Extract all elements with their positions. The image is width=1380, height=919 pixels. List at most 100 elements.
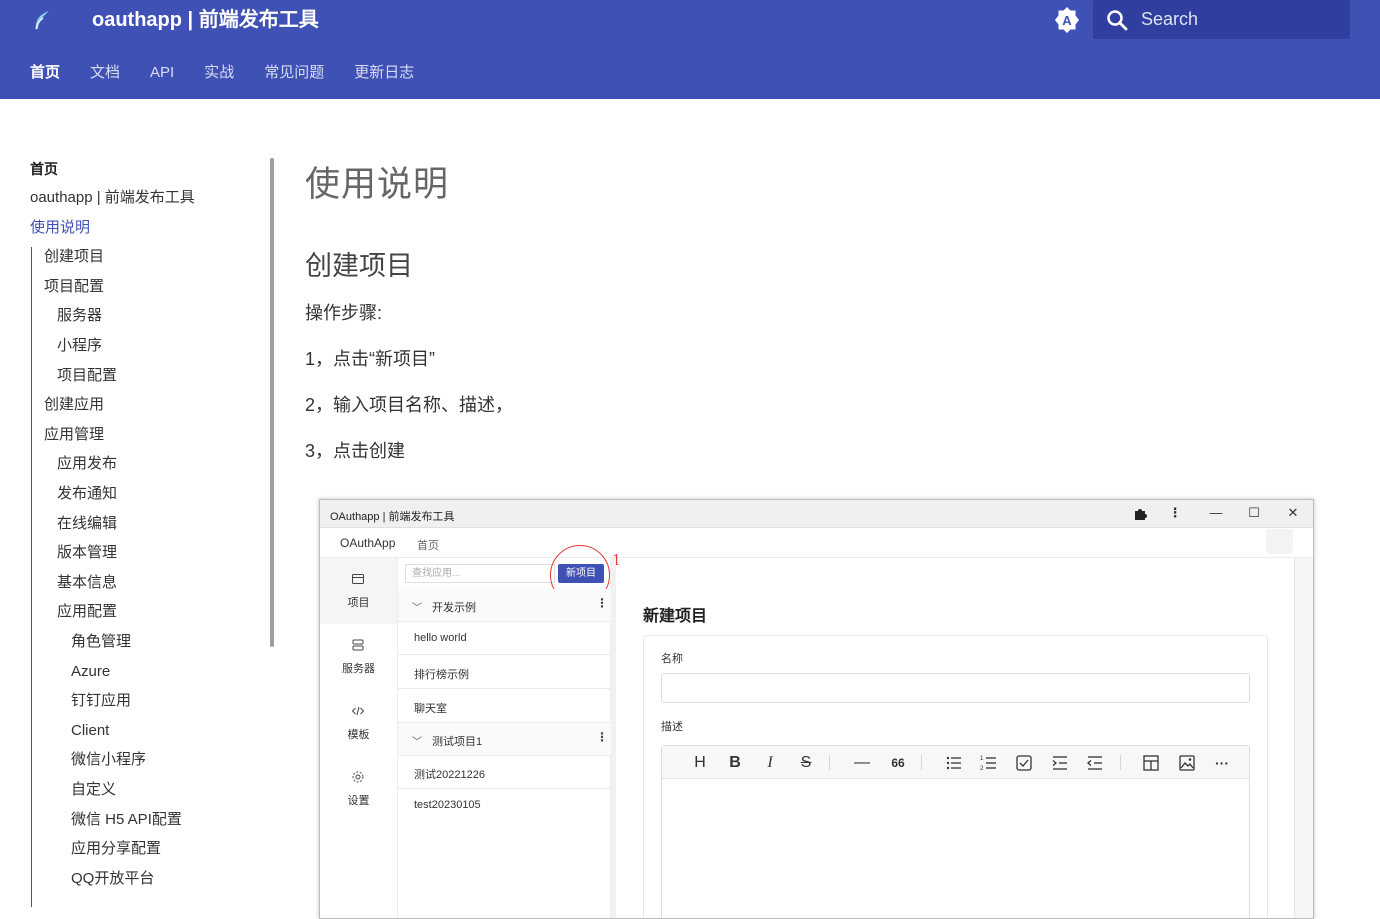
- sidebar-item[interactable]: oauthapp | 前端发布工具: [30, 189, 195, 207]
- search-input[interactable]: [1141, 6, 1341, 32]
- rail-item-servers: 服务器: [320, 624, 397, 690]
- svg-text:2: 2: [980, 766, 984, 772]
- sidebar-item[interactable]: 在线编辑: [57, 515, 117, 533]
- heading-icon: H: [694, 754, 706, 771]
- tab-api[interactable]: API: [150, 64, 174, 82]
- sidebar-item[interactable]: 服务器: [57, 307, 102, 325]
- italic-icon: I: [767, 754, 773, 771]
- rail-item-settings: 设置: [320, 756, 397, 822]
- toolbar-divider: [829, 755, 830, 770]
- chevron-down-icon: ﹀: [412, 603, 422, 614]
- toolbar-divider: [921, 755, 922, 770]
- sidebar-item[interactable]: Client: [71, 722, 109, 740]
- sidebar-item[interactable]: 创建项目: [44, 248, 104, 266]
- table-icon: [1143, 755, 1159, 771]
- gear-icon: [352, 771, 364, 783]
- sidebar-item[interactable]: 版本管理: [57, 544, 117, 562]
- code-icon: [351, 706, 365, 716]
- step-1: 1，点击“新项目”: [305, 349, 435, 369]
- sidebar-item[interactable]: 应用配置: [57, 603, 117, 621]
- sidebar-item[interactable]: 发布通知: [57, 485, 117, 503]
- quote-icon: 66: [891, 756, 905, 770]
- sidebar-item[interactable]: 应用发布: [57, 455, 117, 473]
- app-brand: OAuthApp: [340, 536, 396, 550]
- sidebar-item[interactable]: 角色管理: [71, 633, 131, 651]
- search-icon: [1107, 10, 1128, 31]
- sidebar-item[interactable]: 项目配置: [44, 278, 104, 296]
- extension-icon: [1135, 509, 1147, 520]
- close-icon: ✕: [1287, 505, 1299, 520]
- outdent-icon: [1086, 756, 1102, 770]
- step-3: 3，点击创建: [305, 441, 406, 461]
- list-group: ﹀ 开发示例 ⋮: [398, 589, 611, 622]
- window-titlebar: OAuthapp | 前端发布工具 ⋮ — ☐ ✕: [320, 500, 1313, 528]
- sidebar-item[interactable]: 基本信息: [57, 574, 117, 592]
- sidebar-item[interactable]: 使用说明: [30, 219, 90, 237]
- tab-changelog[interactable]: 更新日志: [354, 64, 414, 82]
- sidebar-heading: 首页: [30, 161, 58, 177]
- sidebar-item[interactable]: 小程序: [57, 337, 102, 355]
- list-item: 聊天室: [398, 690, 611, 723]
- list-item: 测试20221226: [398, 756, 611, 789]
- indent-icon: [1052, 756, 1067, 770]
- app-nav-home: 首页: [417, 540, 439, 552]
- desc-label: 描述: [661, 721, 683, 733]
- tab-faq[interactable]: 常见问题: [264, 64, 324, 82]
- header-tabs: 首页 文档 API 实战 常见问题 更新日志: [30, 64, 444, 82]
- sidebar-nav: 首页 oauthapp | 前端发布工具 使用说明 创建项目 项目配置 服务器 小程序 项目…: [0, 99, 275, 907]
- sidebar-item[interactable]: 应用管理: [44, 426, 104, 444]
- toolbar-divider: [1120, 755, 1121, 770]
- steps-label: 操作步骤:: [305, 303, 383, 323]
- bullet-list-icon: [946, 756, 961, 770]
- language-icon[interactable]: A: [1053, 6, 1081, 34]
- sidebar-scrollbar[interactable]: [270, 158, 274, 647]
- sidebar-item[interactable]: 项目配置: [57, 367, 117, 385]
- sidebar-item[interactable]: 创建应用: [44, 396, 104, 414]
- site-title[interactable]: oauthapp | 前端发布工具: [92, 8, 319, 32]
- group-name: 测试项目1: [432, 736, 483, 748]
- tab-practice[interactable]: 实战: [204, 64, 234, 82]
- sidebar-item[interactable]: 微信 H5 API配置: [71, 811, 182, 829]
- minimize-icon: —: [1209, 505, 1223, 520]
- window-title: OAuthapp | 前端发布工具: [330, 511, 455, 523]
- desc-editor: H B I S — 66 12 ···: [661, 745, 1250, 918]
- chevron-down-icon: ﹀: [412, 737, 422, 748]
- list-item-label: hello world: [414, 632, 467, 644]
- list-item-label: test20230105: [414, 799, 481, 811]
- numbered-list-icon: 12: [980, 756, 996, 772]
- language-icon-letter: A: [1062, 13, 1072, 28]
- bold-icon: B: [729, 754, 741, 771]
- name-label: 名称: [661, 653, 683, 665]
- step-2: 2，输入项目名称、描述，: [305, 395, 514, 415]
- tab-home[interactable]: 首页: [30, 64, 60, 82]
- sidebar-item[interactable]: 微信小程序: [71, 751, 146, 769]
- sidebar-item[interactable]: Azure: [71, 663, 110, 681]
- tab-docs[interactable]: 文档: [90, 64, 120, 82]
- sidebar-section-line: [31, 247, 32, 907]
- list-item: 排行榜示例: [398, 656, 611, 689]
- section-title: 创建项目: [305, 251, 413, 281]
- strikethrough-icon: S: [800, 754, 812, 771]
- list-group: ﹀ 测试项目1 ⋮: [398, 723, 611, 756]
- new-project-button: 新项目: [558, 564, 604, 583]
- app-scrollbar: [1294, 558, 1313, 918]
- search-box[interactable]: [1093, 0, 1350, 39]
- top-header: oauthapp | 前端发布工具 A 首页 文档 API 实战 常见问题 更新…: [0, 0, 1380, 99]
- list-item-label: 测试20221226: [414, 769, 485, 781]
- list-item-label: 排行榜示例: [414, 669, 469, 681]
- rail-item-projects: 项目: [320, 558, 397, 624]
- rail-label: 项目: [347, 597, 370, 609]
- name-field: [661, 673, 1250, 703]
- editor-toolbar: H B I S — 66 12 ···: [662, 746, 1249, 779]
- new-project-title: 新建项目: [643, 608, 708, 625]
- list-item: hello world: [398, 622, 611, 655]
- more-vert-icon: ⋮: [596, 596, 608, 610]
- rail-label: 设置: [347, 795, 370, 807]
- app-screenshot: OAuthapp | 前端发布工具 ⋮ — ☐ ✕ OAuthApp 首页 项目…: [319, 499, 1314, 919]
- rail-item-templates: 模板: [320, 690, 397, 756]
- sidebar-item[interactable]: 应用分享配置: [71, 840, 161, 858]
- sidebar-item[interactable]: QQ开放平台: [71, 870, 154, 888]
- sidebar-item[interactable]: 自定义: [71, 781, 116, 799]
- logo-icon[interactable]: [30, 8, 54, 32]
- sidebar-item[interactable]: 钉钉应用: [71, 692, 131, 710]
